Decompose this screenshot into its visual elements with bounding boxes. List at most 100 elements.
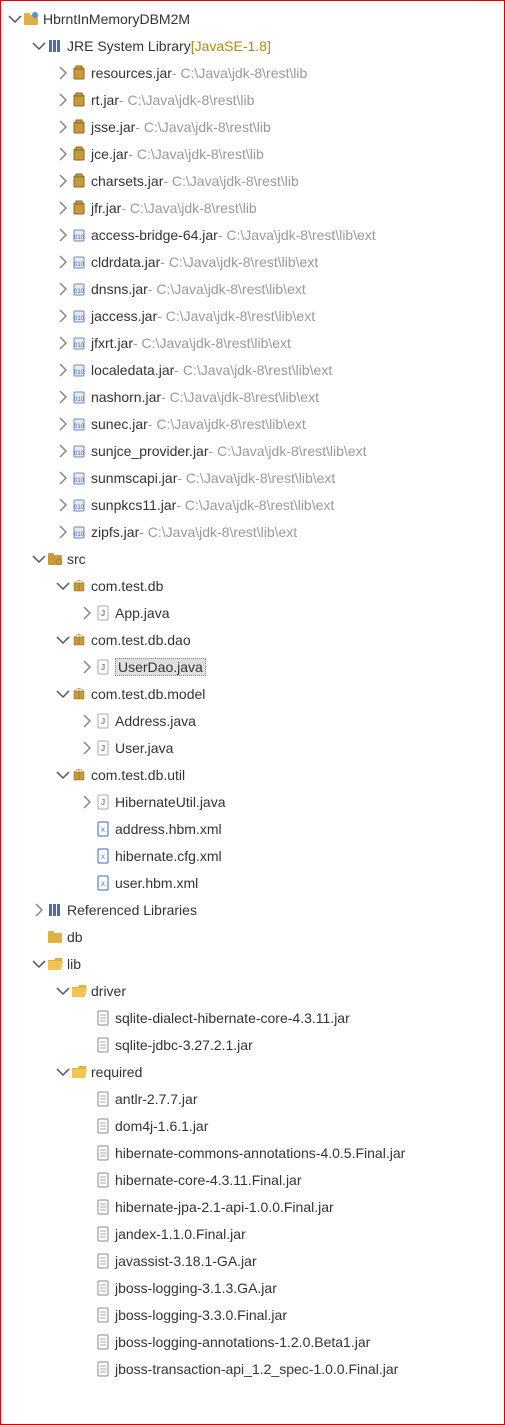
tree-row[interactable]: sunmscapi.jar - C:\Java\jdk-8\rest\lib\e… bbox=[1, 464, 504, 491]
chevron-right-icon[interactable] bbox=[55, 335, 71, 351]
tree-item-label[interactable]: sqlite-jdbc-3.27.2.1.jar bbox=[115, 1037, 253, 1053]
tree-row[interactable]: jboss-logging-3.3.0.Final.jar bbox=[1, 1301, 504, 1328]
tree-row[interactable]: com.test.db.model bbox=[1, 680, 504, 707]
tree-row[interactable]: Referenced Libraries bbox=[1, 896, 504, 923]
tree-row[interactable]: zipfs.jar - C:\Java\jdk-8\rest\lib\ext bbox=[1, 518, 504, 545]
tree-row[interactable]: rt.jar - C:\Java\jdk-8\rest\lib bbox=[1, 86, 504, 113]
tree-item-label[interactable]: localedata.jar bbox=[91, 362, 174, 378]
chevron-right-icon[interactable] bbox=[55, 281, 71, 297]
tree-row[interactable]: sunec.jar - C:\Java\jdk-8\rest\lib\ext bbox=[1, 410, 504, 437]
tree-item-label[interactable]: hibernate-jpa-2.1-api-1.0.0.Final.jar bbox=[115, 1199, 334, 1215]
chevron-down-icon[interactable] bbox=[55, 983, 71, 999]
tree-item-label[interactable]: Referenced Libraries bbox=[67, 902, 197, 918]
tree-row[interactable]: jfr.jar - C:\Java\jdk-8\rest\lib bbox=[1, 194, 504, 221]
tree-row[interactable]: hibernate-jpa-2.1-api-1.0.0.Final.jar bbox=[1, 1193, 504, 1220]
tree-item-label[interactable]: JRE System Library bbox=[67, 38, 191, 54]
tree-row[interactable]: hibernate-commons-annotations-4.0.5.Fina… bbox=[1, 1139, 504, 1166]
tree-item-label[interactable]: UserDao.java bbox=[115, 658, 206, 676]
tree-item-label[interactable]: hibernate-core-4.3.11.Final.jar bbox=[115, 1172, 302, 1188]
chevron-right-icon[interactable] bbox=[55, 146, 71, 162]
tree-item-label[interactable]: rt.jar bbox=[91, 92, 119, 108]
tree-item-label[interactable]: jaccess.jar bbox=[91, 308, 157, 324]
tree-row[interactable]: HibernateUtil.java bbox=[1, 788, 504, 815]
chevron-down-icon[interactable] bbox=[55, 632, 71, 648]
tree-row[interactable]: javassist-3.18.1-GA.jar bbox=[1, 1247, 504, 1274]
tree-item-label[interactable]: jfr.jar bbox=[91, 200, 121, 216]
tree-row[interactable]: jce.jar - C:\Java\jdk-8\rest\lib bbox=[1, 140, 504, 167]
chevron-right-icon[interactable] bbox=[55, 173, 71, 189]
tree-item-label[interactable]: jboss-logging-3.1.3.GA.jar bbox=[115, 1280, 277, 1296]
tree-item-label[interactable]: hibernate-commons-annotations-4.0.5.Fina… bbox=[115, 1145, 405, 1161]
tree-item-label[interactable]: sunmscapi.jar bbox=[91, 470, 177, 486]
chevron-right-icon[interactable] bbox=[55, 470, 71, 486]
tree-item-label[interactable]: sunjce_provider.jar bbox=[91, 443, 209, 459]
tree-item-label[interactable]: antlr-2.7.7.jar bbox=[115, 1091, 197, 1107]
tree-row[interactable]: JRE System Library [JavaSE-1.8] bbox=[1, 32, 504, 59]
tree-item-label[interactable]: lib bbox=[67, 956, 81, 972]
chevron-right-icon[interactable] bbox=[55, 200, 71, 216]
tree-item-label[interactable]: user.hbm.xml bbox=[115, 875, 198, 891]
tree-row[interactable]: jboss-logging-annotations-1.2.0.Beta1.ja… bbox=[1, 1328, 504, 1355]
tree-row[interactable]: charsets.jar - C:\Java\jdk-8\rest\lib bbox=[1, 167, 504, 194]
chevron-right-icon[interactable] bbox=[55, 119, 71, 135]
tree-item-label[interactable]: charsets.jar bbox=[91, 173, 163, 189]
tree-item-label[interactable]: db bbox=[67, 929, 83, 945]
tree-row[interactable]: driver bbox=[1, 977, 504, 1004]
chevron-down-icon[interactable] bbox=[31, 551, 47, 567]
tree-item-label[interactable]: src bbox=[67, 551, 86, 567]
tree-row[interactable]: User.java bbox=[1, 734, 504, 761]
tree-item-label[interactable]: jboss-logging-3.3.0.Final.jar bbox=[115, 1307, 287, 1323]
tree-item-label[interactable]: jboss-transaction-api_1.2_spec-1.0.0.Fin… bbox=[115, 1361, 398, 1377]
tree-item-label[interactable]: address.hbm.xml bbox=[115, 821, 222, 837]
tree-row[interactable]: resources.jar - C:\Java\jdk-8\rest\lib bbox=[1, 59, 504, 86]
tree-item-label[interactable]: sunec.jar bbox=[91, 416, 148, 432]
tree-row[interactable]: Address.java bbox=[1, 707, 504, 734]
tree-row[interactable]: jsse.jar - C:\Java\jdk-8\rest\lib bbox=[1, 113, 504, 140]
tree-item-label[interactable]: Address.java bbox=[115, 713, 196, 729]
chevron-down-icon[interactable] bbox=[31, 956, 47, 972]
tree-row[interactable]: access-bridge-64.jar - C:\Java\jdk-8\res… bbox=[1, 221, 504, 248]
tree-row[interactable]: com.test.db.dao bbox=[1, 626, 504, 653]
tree-row[interactable]: lib bbox=[1, 950, 504, 977]
tree-row[interactable]: hibernate-core-4.3.11.Final.jar bbox=[1, 1166, 504, 1193]
chevron-down-icon[interactable] bbox=[55, 686, 71, 702]
tree-item-label[interactable]: access-bridge-64.jar bbox=[91, 227, 218, 243]
chevron-right-icon[interactable] bbox=[31, 902, 47, 918]
tree-item-label[interactable]: com.test.db.util bbox=[91, 767, 185, 783]
chevron-right-icon[interactable] bbox=[55, 227, 71, 243]
tree-item-label[interactable]: sqlite-dialect-hibernate-core-4.3.11.jar bbox=[115, 1010, 350, 1026]
chevron-right-icon[interactable] bbox=[79, 605, 95, 621]
tree-row[interactable]: UserDao.java bbox=[1, 653, 504, 680]
tree-row[interactable]: jandex-1.1.0.Final.jar bbox=[1, 1220, 504, 1247]
tree-row[interactable]: user.hbm.xml bbox=[1, 869, 504, 896]
chevron-right-icon[interactable] bbox=[55, 524, 71, 540]
tree-item-label[interactable]: nashorn.jar bbox=[91, 389, 161, 405]
tree-row[interactable]: hibernate.cfg.xml bbox=[1, 842, 504, 869]
tree-row[interactable]: sunpkcs11.jar - C:\Java\jdk-8\rest\lib\e… bbox=[1, 491, 504, 518]
tree-item-label[interactable]: jandex-1.1.0.Final.jar bbox=[115, 1226, 246, 1242]
tree-item-label[interactable]: hibernate.cfg.xml bbox=[115, 848, 222, 864]
chevron-right-icon[interactable] bbox=[55, 65, 71, 81]
tree-row[interactable]: com.test.db.util bbox=[1, 761, 504, 788]
chevron-right-icon[interactable] bbox=[55, 443, 71, 459]
chevron-down-icon[interactable] bbox=[7, 11, 23, 27]
tree-item-label[interactable]: HibernateUtil.java bbox=[115, 794, 226, 810]
tree-item-label[interactable]: dnsns.jar bbox=[91, 281, 148, 297]
tree-item-label[interactable]: jsse.jar bbox=[91, 119, 135, 135]
chevron-right-icon[interactable] bbox=[55, 308, 71, 324]
package-explorer[interactable]: HbrntInMemoryDBM2MJRE System Library [Ja… bbox=[0, 0, 505, 1425]
tree-item-label[interactable]: cldrdata.jar bbox=[91, 254, 160, 270]
tree-item-label[interactable]: required bbox=[91, 1064, 142, 1080]
tree-item-label[interactable]: jfxrt.jar bbox=[91, 335, 133, 351]
chevron-right-icon[interactable] bbox=[55, 254, 71, 270]
chevron-right-icon[interactable] bbox=[79, 713, 95, 729]
chevron-right-icon[interactable] bbox=[55, 92, 71, 108]
tree-row[interactable]: sqlite-dialect-hibernate-core-4.3.11.jar bbox=[1, 1004, 504, 1031]
chevron-down-icon[interactable] bbox=[55, 1064, 71, 1080]
tree-row[interactable]: jfxrt.jar - C:\Java\jdk-8\rest\lib\ext bbox=[1, 329, 504, 356]
chevron-right-icon[interactable] bbox=[55, 362, 71, 378]
chevron-right-icon[interactable] bbox=[55, 416, 71, 432]
tree-item-label[interactable]: jce.jar bbox=[91, 146, 128, 162]
chevron-down-icon[interactable] bbox=[55, 578, 71, 594]
tree-row[interactable]: sqlite-jdbc-3.27.2.1.jar bbox=[1, 1031, 504, 1058]
